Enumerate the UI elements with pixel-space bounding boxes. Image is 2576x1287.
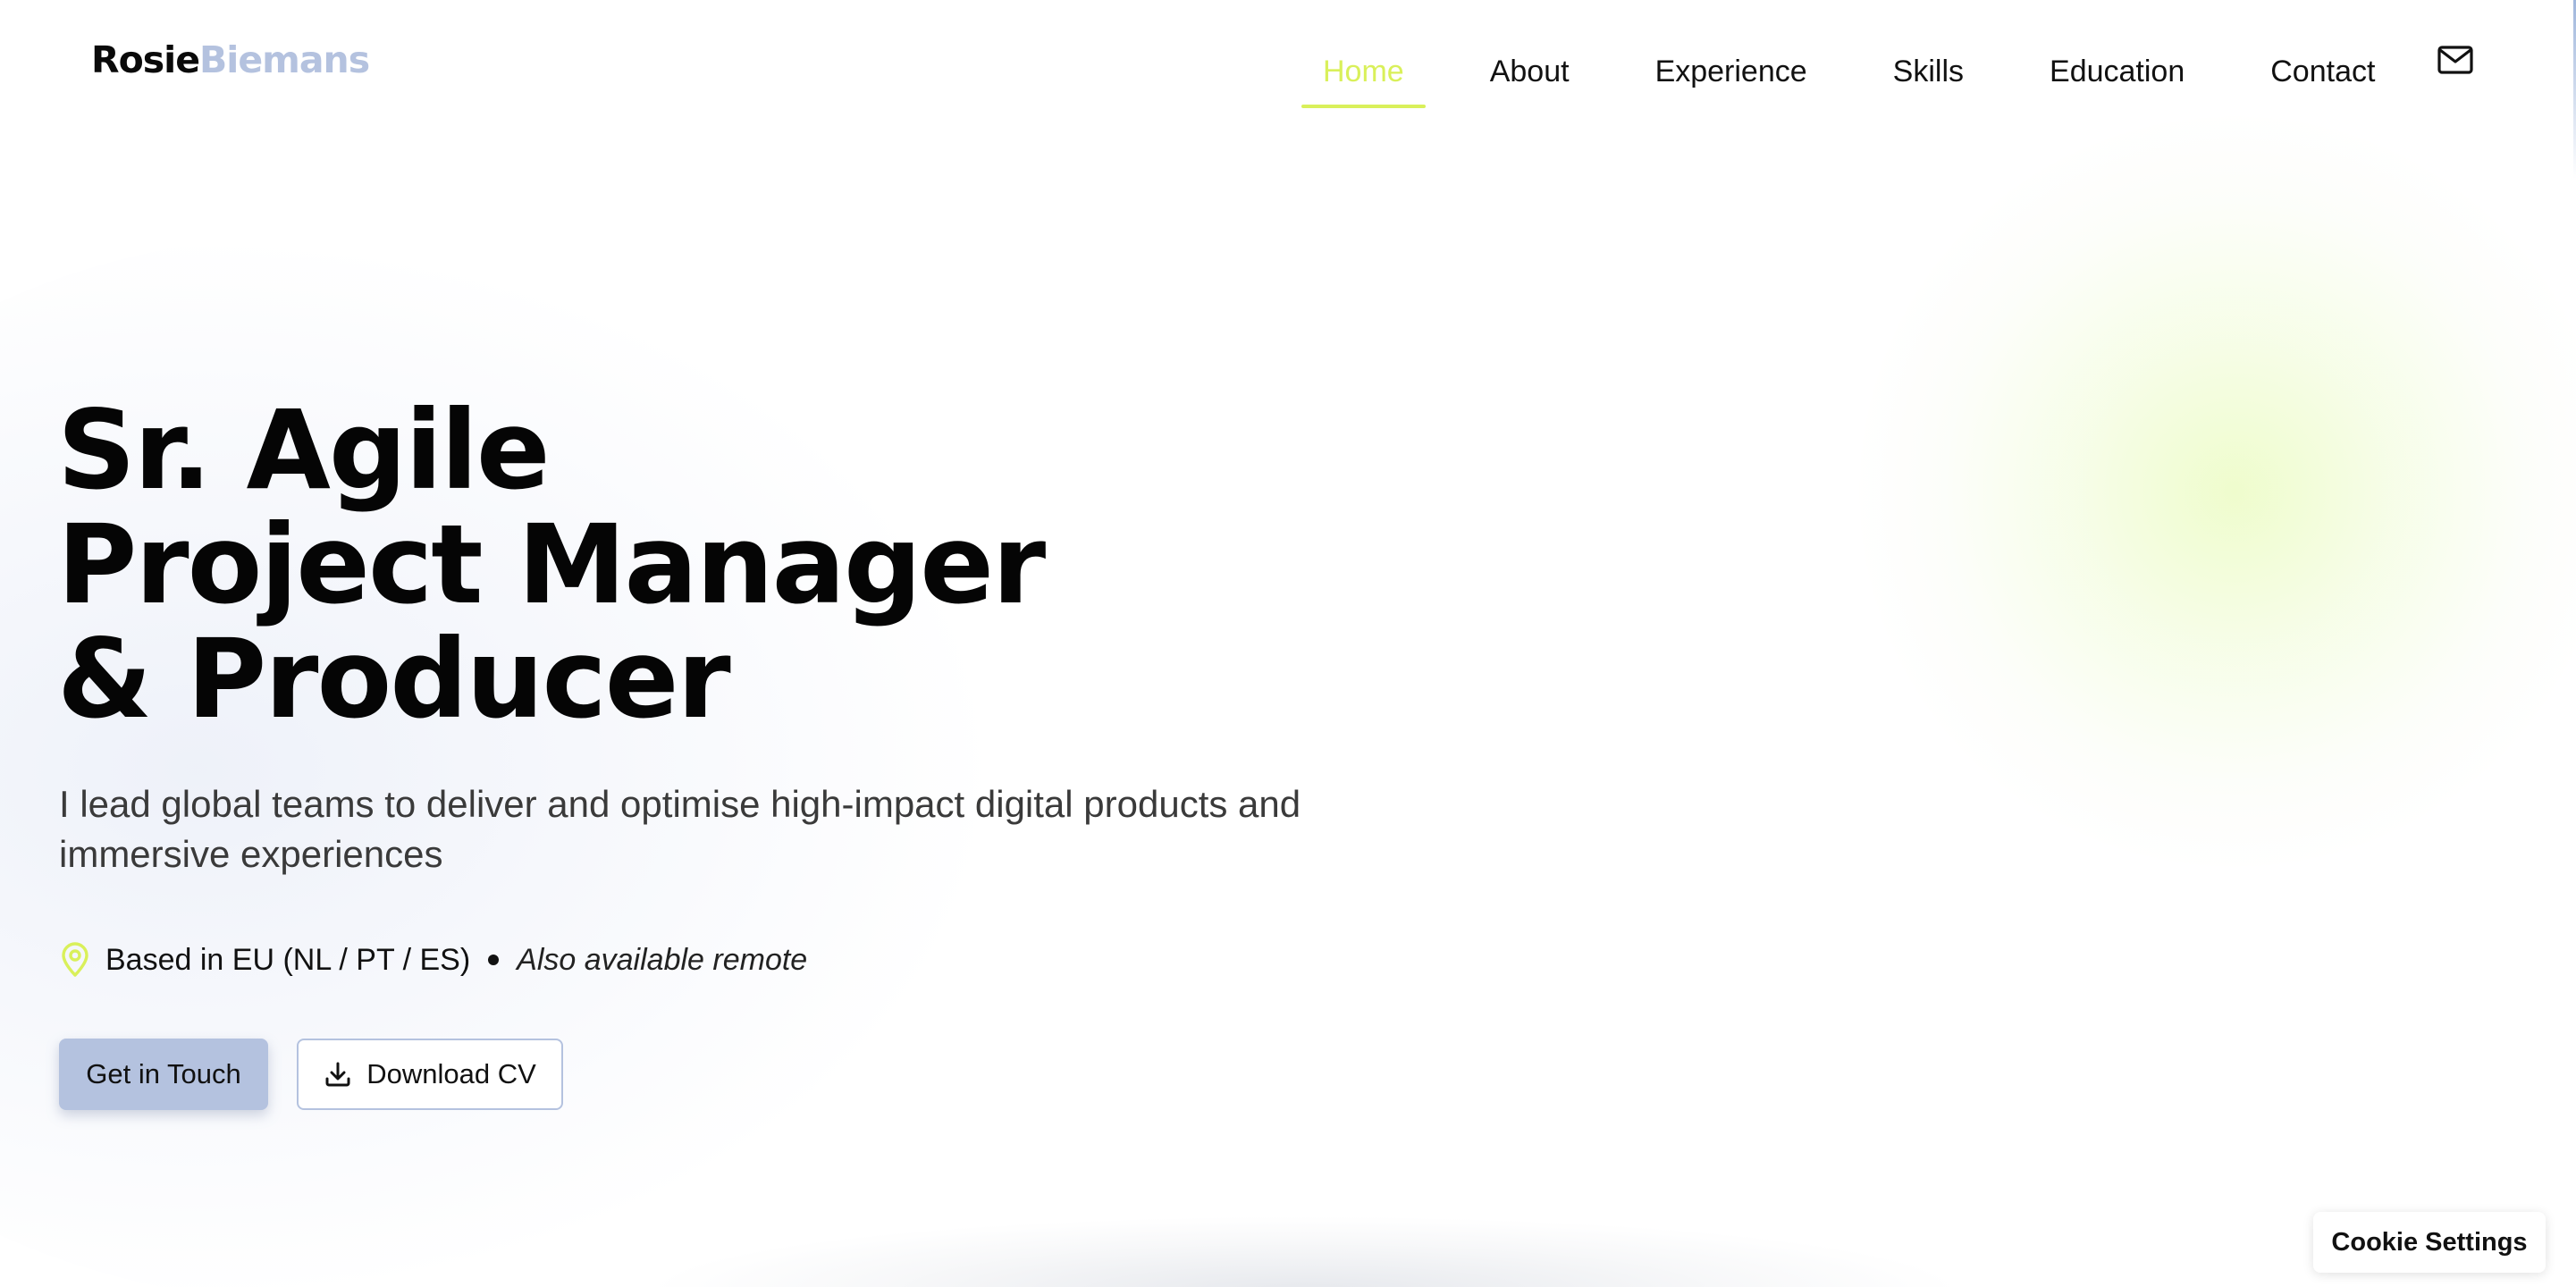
logo-first-name: Rosie bbox=[91, 38, 200, 81]
download-cv-button[interactable]: Download CV bbox=[297, 1039, 563, 1110]
nav-item-education[interactable]: Education bbox=[2028, 12, 2206, 108]
location-line: Based in EU (NL / PT / ES) Also availabl… bbox=[59, 937, 807, 983]
site-header: RosieBiemans Home About Experience Skill… bbox=[0, 0, 2576, 120]
site-logo[interactable]: RosieBiemans bbox=[91, 34, 370, 86]
nav-item-experience[interactable]: Experience bbox=[1634, 12, 1829, 108]
background-green-glow bbox=[1859, 116, 2576, 867]
cookie-settings-label: Cookie Settings bbox=[2331, 1227, 2528, 1257]
hero-title-line-1: Sr. Agile bbox=[57, 387, 551, 514]
nav-item-skills[interactable]: Skills bbox=[1872, 12, 1985, 108]
get-in-touch-label: Get in Touch bbox=[86, 1058, 241, 1089]
page: RosieBiemans Home About Experience Skill… bbox=[0, 0, 2576, 1287]
get-in-touch-button[interactable]: Get in Touch bbox=[59, 1039, 268, 1110]
location-text: Based in EU (NL / PT / ES) bbox=[105, 942, 471, 977]
main-nav: Home About Experience Skills Education C… bbox=[1301, 0, 2439, 120]
download-icon bbox=[325, 1062, 350, 1087]
map-pin-icon bbox=[62, 942, 88, 977]
cookie-settings-button[interactable]: Cookie Settings bbox=[2313, 1212, 2546, 1273]
nav-item-about[interactable]: About bbox=[1469, 12, 1591, 108]
logo-last-name: Biemans bbox=[199, 38, 370, 81]
bullet-separator bbox=[488, 955, 500, 965]
nav-item-contact[interactable]: Contact bbox=[2249, 12, 2396, 108]
remote-availability: Also available remote bbox=[517, 942, 808, 977]
hero-title-line-3: & Producer bbox=[57, 616, 731, 743]
section-shadow bbox=[644, 1216, 1966, 1287]
hero-title-line-2: Project Manager bbox=[57, 501, 1046, 628]
hero-title: Sr. Agile Project Manager & Producer bbox=[57, 387, 1046, 743]
hero-subtitle: I lead global teams to deliver and optim… bbox=[59, 783, 1301, 875]
download-cv-label: Download CV bbox=[366, 1058, 536, 1089]
nav-item-home[interactable]: Home bbox=[1301, 12, 1426, 108]
mail-icon[interactable] bbox=[2437, 43, 2474, 77]
